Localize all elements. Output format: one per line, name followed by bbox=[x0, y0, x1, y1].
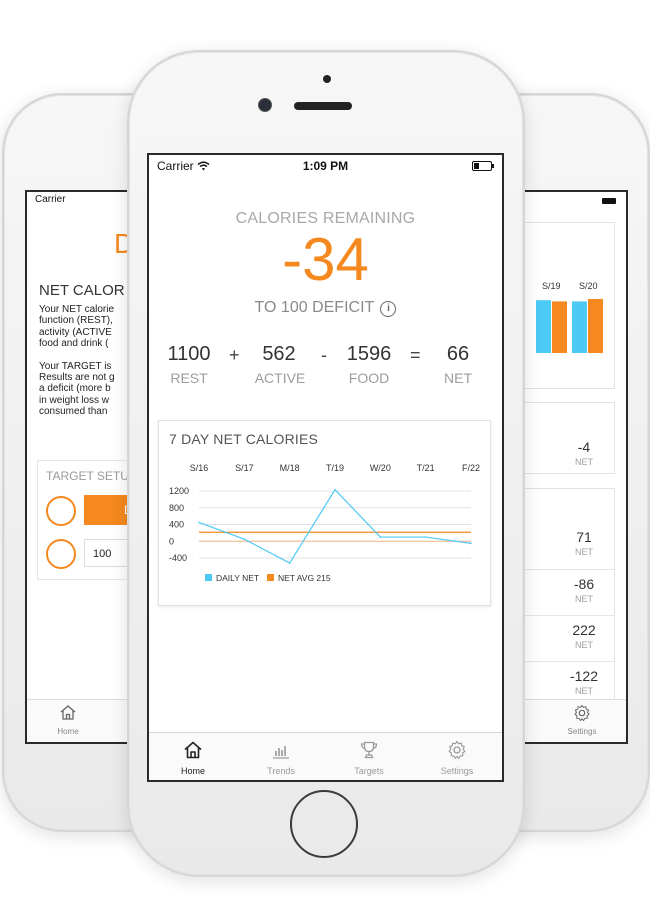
net-label: NET bbox=[575, 547, 593, 557]
net-label: NET bbox=[575, 457, 593, 467]
daily-net-line bbox=[198, 488, 472, 564]
y-tick-label: 1200 bbox=[169, 486, 189, 496]
net-label: NET bbox=[575, 594, 593, 604]
tab-targets-label: Targets bbox=[354, 766, 384, 776]
net-label: NET bbox=[444, 370, 472, 386]
info-icon[interactable]: i bbox=[380, 301, 397, 317]
gear-icon bbox=[574, 704, 590, 722]
daily-net-point bbox=[288, 562, 291, 564]
main-phone-screen: Carrier 1:09 PM CALORIES REMAINING -34 T… bbox=[147, 153, 504, 782]
bar-daily bbox=[536, 300, 551, 353]
x-tick-label: M/18 bbox=[280, 463, 300, 473]
x-tick-label: T/19 bbox=[326, 463, 344, 473]
daily-net-point bbox=[379, 536, 382, 538]
home-icon bbox=[184, 741, 202, 759]
left-tab-home-label: Home bbox=[57, 727, 79, 736]
legend-swatch-daily-net bbox=[205, 574, 212, 581]
deficit-subtitle: TO 100 DEFICIT i bbox=[149, 299, 502, 317]
y-tick-label: 400 bbox=[169, 520, 184, 530]
legend-label-net-avg: NET AVG 215 bbox=[278, 573, 331, 583]
battery-icon bbox=[602, 198, 616, 204]
x-tick-label: T/21 bbox=[417, 463, 435, 473]
y-tick-label: -400 bbox=[169, 553, 187, 563]
front-camera bbox=[258, 98, 272, 112]
y-tick-label: 800 bbox=[169, 503, 184, 513]
main-phone-frame: Carrier 1:09 PM CALORIES REMAINING -34 T… bbox=[127, 50, 525, 877]
chart-ring-icon[interactable] bbox=[46, 496, 76, 526]
chart-title: 7 DAY NET CALORIES bbox=[169, 431, 319, 447]
x-tick-label: W/20 bbox=[370, 463, 391, 473]
rest-value: 1100 bbox=[167, 343, 211, 365]
bar-target bbox=[588, 299, 603, 353]
rest-label: REST bbox=[170, 370, 208, 386]
food-value: 1596 bbox=[346, 343, 392, 365]
net-calories-line-chart: S/16 S/17 M/18 T/19 W/20 T/21 F/22 1200 800 400 0 -… bbox=[169, 463, 480, 583]
tab-targets[interactable]: Targets bbox=[325, 733, 413, 780]
status-bar: Carrier 1:09 PM bbox=[149, 155, 502, 175]
tab-trends[interactable]: Trends bbox=[237, 733, 325, 780]
right-tab-settings-label: Settings bbox=[567, 727, 597, 736]
minus-operator: - bbox=[321, 345, 327, 365]
daily-net-point bbox=[470, 542, 472, 545]
chart-ring-icon[interactable] bbox=[46, 539, 76, 569]
net-calories-chart-card: 7 DAY NET CALORIES S/16 S/17 M/18 T/19 W/20 T… bbox=[158, 420, 491, 606]
daily-net-point bbox=[334, 488, 336, 491]
right-tab-settings[interactable]: Settings bbox=[552, 704, 612, 736]
equals-operator: = bbox=[410, 345, 421, 365]
net-value: 222 bbox=[572, 622, 596, 638]
gear-icon bbox=[448, 740, 466, 759]
left-status-carrier: Carrier bbox=[35, 194, 66, 205]
right-day-label: S/20 bbox=[579, 281, 598, 291]
daily-net-point bbox=[243, 538, 246, 540]
trends-icon bbox=[273, 746, 289, 759]
y-tick-label: 0 bbox=[169, 536, 174, 546]
tab-home-label: Home bbox=[180, 766, 205, 776]
bar-target bbox=[552, 301, 567, 353]
legend-label-daily-net: DAILY NET bbox=[216, 573, 259, 583]
home-icon bbox=[60, 705, 76, 720]
net-value: -122 bbox=[569, 668, 599, 684]
net-value: 71 bbox=[576, 529, 592, 545]
daily-net-point bbox=[424, 536, 427, 538]
legend-swatch-net-avg bbox=[267, 574, 274, 581]
camera-dot bbox=[323, 75, 331, 83]
status-time: 1:09 PM bbox=[302, 159, 349, 173]
net-value: -4 bbox=[577, 439, 591, 455]
plus-operator: + bbox=[229, 345, 240, 365]
active-value: 562 bbox=[262, 343, 296, 365]
tab-bar: Home Trends Targets Settings bbox=[149, 732, 502, 780]
right-day-label: S/19 bbox=[542, 281, 561, 291]
tab-home[interactable]: Home bbox=[149, 733, 237, 780]
food-label: FOOD bbox=[348, 370, 390, 386]
calories-remaining-value: -34 bbox=[282, 226, 369, 293]
net-value: -86 bbox=[573, 576, 595, 592]
net-label: NET bbox=[575, 640, 593, 650]
tab-settings-label: Settings bbox=[440, 766, 474, 776]
net-label: NET bbox=[575, 686, 593, 696]
tab-settings[interactable]: Settings bbox=[413, 733, 501, 780]
battery-icon bbox=[472, 161, 494, 171]
daily-net-point bbox=[198, 521, 200, 524]
x-tick-label: S/16 bbox=[190, 463, 209, 473]
left-tab-home[interactable]: Home bbox=[43, 704, 93, 736]
target-setup-heading: TARGET SETU bbox=[46, 469, 129, 483]
active-label: ACTIVE bbox=[254, 370, 306, 386]
tab-trends-label: Trends bbox=[267, 766, 295, 776]
trophy-icon bbox=[360, 741, 378, 759]
bar-daily bbox=[572, 301, 587, 353]
left-heading: NET CALOR bbox=[39, 282, 125, 299]
x-tick-label: S/17 bbox=[235, 463, 254, 473]
x-tick-label: F/22 bbox=[462, 463, 480, 473]
speaker-grille bbox=[294, 102, 352, 110]
net-value: 66 bbox=[446, 343, 470, 365]
deficit-subtitle-text: TO 100 DEFICIT bbox=[254, 299, 374, 316]
home-button[interactable] bbox=[290, 790, 358, 858]
